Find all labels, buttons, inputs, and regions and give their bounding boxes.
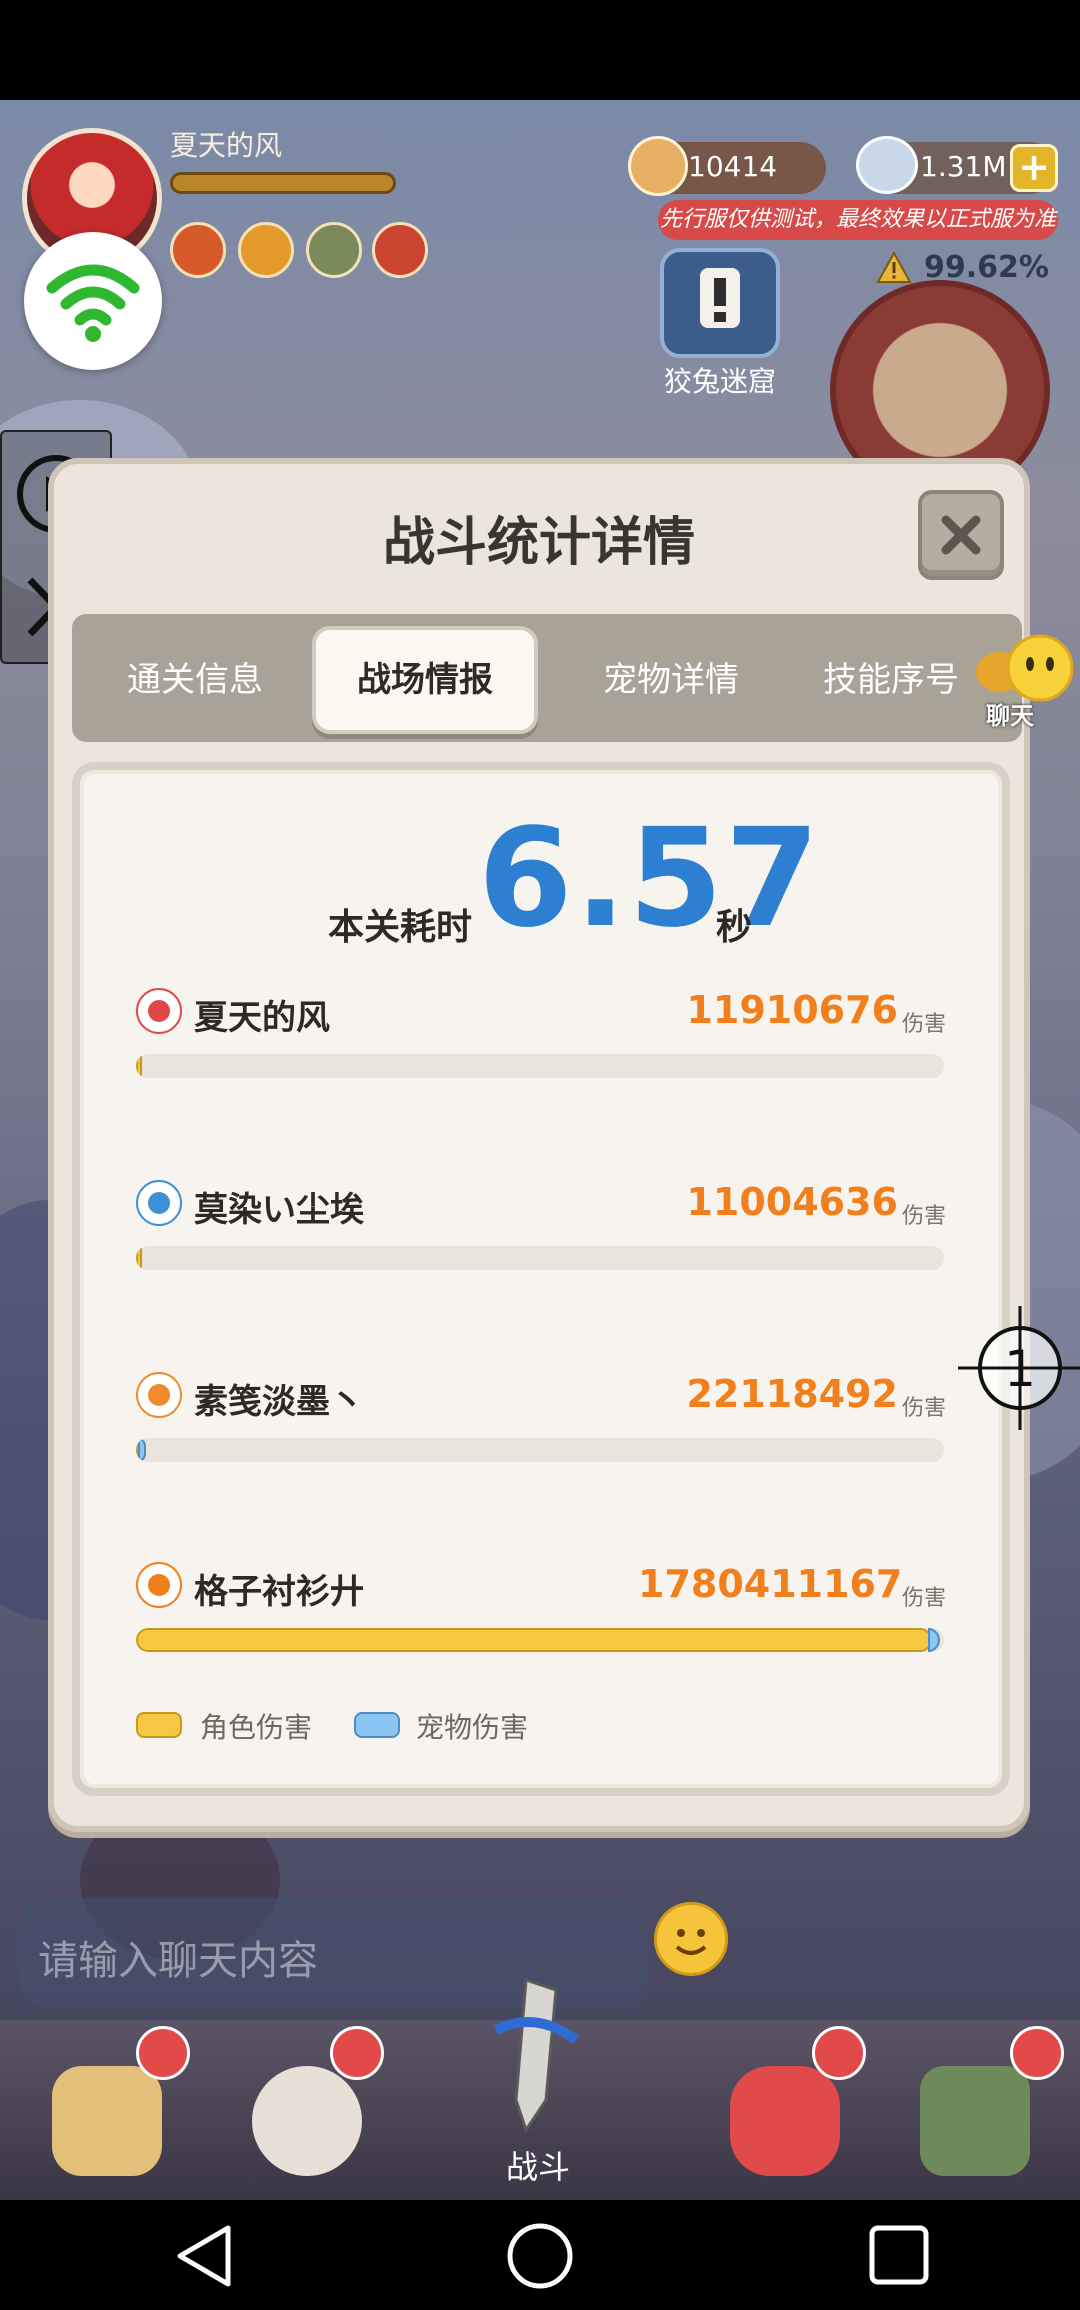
warning-icon (876, 250, 912, 283)
role-damage-bar (136, 1054, 142, 1078)
buff-shield-icon[interactable] (372, 222, 428, 278)
nav-battle-label: 战斗 (506, 2148, 571, 2186)
pet-damage-bar (928, 1628, 940, 1652)
player-name: 夏天的风 (170, 129, 283, 162)
smiley-icon (675, 1929, 707, 1955)
time-value: 6.57 (478, 800, 822, 958)
damage-unit-label: 伤害 (902, 1204, 947, 1229)
nav-battle-button[interactable] (456, 1970, 616, 2134)
time-label: 本关耗时 (328, 907, 473, 948)
tab-pet-details[interactable]: 宠物详情 (576, 640, 766, 720)
experience-bar (170, 172, 396, 194)
gem-value: 1.31M (920, 150, 1007, 183)
flame-icon (136, 1562, 182, 1608)
role-damage-bar (136, 1628, 932, 1652)
recents-icon[interactable] (869, 2225, 929, 2285)
damage-unit-label: 伤害 (902, 1012, 947, 1037)
close-icon (941, 515, 981, 555)
player-damage-value: 11004636 (686, 1180, 898, 1224)
tab-skill-order[interactable]: 技能序号 (796, 640, 986, 720)
legend-role-swatch (136, 1712, 182, 1738)
damage-bar-track (136, 1628, 944, 1652)
nav-notification-badge (136, 2026, 190, 2080)
nav-notification-badge (330, 2026, 384, 2080)
player-damage-value: 11910676 (686, 988, 898, 1032)
buff-fire-icon[interactable] (170, 222, 226, 278)
tab-clear-info[interactable]: 通关信息 (100, 640, 290, 720)
maze-event-label: 狡兔迷窟 (663, 365, 776, 398)
damage-bar-track (136, 1054, 944, 1078)
damage-unit-label: 伤害 (902, 1586, 947, 1611)
nav-notification-badge (812, 2026, 866, 2080)
player-damage-value: 22118492 (686, 1372, 898, 1416)
legend-pet-label: 宠物伤害 (416, 1711, 529, 1744)
player-name-label: 莫染い尘埃 (194, 1190, 364, 1230)
legend-role-label: 角色伤害 (200, 1711, 313, 1744)
back-icon[interactable] (177, 2225, 231, 2287)
gold-coin-icon (628, 136, 688, 196)
wifi-icon (46, 264, 140, 342)
time-unit: 秒 (716, 907, 753, 948)
add-gems-button[interactable]: + (1010, 144, 1058, 192)
legend-pet-swatch (354, 1712, 400, 1738)
system-nav-bar (0, 2200, 1080, 2310)
role-damage-bar (136, 1246, 142, 1270)
red-crest-icon (136, 988, 182, 1034)
home-icon[interactable] (507, 2223, 573, 2289)
damage-unit-label: 伤害 (902, 1396, 947, 1421)
orange-sword-icon (136, 1372, 182, 1418)
gem-icon (856, 136, 918, 194)
chat-input-placeholder: 请输入聊天内容 (38, 1938, 318, 1984)
damage-bar-track (136, 1438, 944, 1462)
buff-sword-icon[interactable] (238, 222, 294, 278)
blue-swirl-icon (136, 1180, 182, 1226)
pet-damage-bar (138, 1438, 146, 1462)
emoji-button[interactable] (654, 1902, 728, 1976)
player-damage-value: 1780411167 (638, 1562, 903, 1606)
tab-battlefield-info[interactable]: 战场情报 (312, 626, 538, 734)
test-server-notice: 先行服仅供测试，最终效果以正式服为准 (658, 200, 1058, 240)
status-bar (0, 0, 1080, 100)
chat-label: 聊天 (986, 702, 1034, 730)
damage-bar-track (136, 1246, 944, 1270)
crosshair-label: 1 (1004, 1340, 1036, 1398)
buff-leaf-icon[interactable] (306, 222, 362, 278)
wifi-floating-button[interactable] (24, 232, 162, 370)
player-name-label: 夏天的风 (194, 998, 330, 1038)
maze-event-icon[interactable] (660, 248, 780, 358)
gold-value: 10414 (688, 150, 778, 183)
crosshair-marker[interactable]: 1 (958, 1306, 1080, 1430)
close-button[interactable] (918, 490, 1004, 580)
player-name-label: 素笺淡墨丶 (194, 1382, 364, 1422)
battle-sword-icon (493, 1977, 579, 2134)
player-name-label: 格子衬衫廾 (194, 1572, 364, 1612)
dialog-title: 战斗统计详情 (382, 513, 695, 573)
nav-notification-badge (1010, 2026, 1064, 2080)
